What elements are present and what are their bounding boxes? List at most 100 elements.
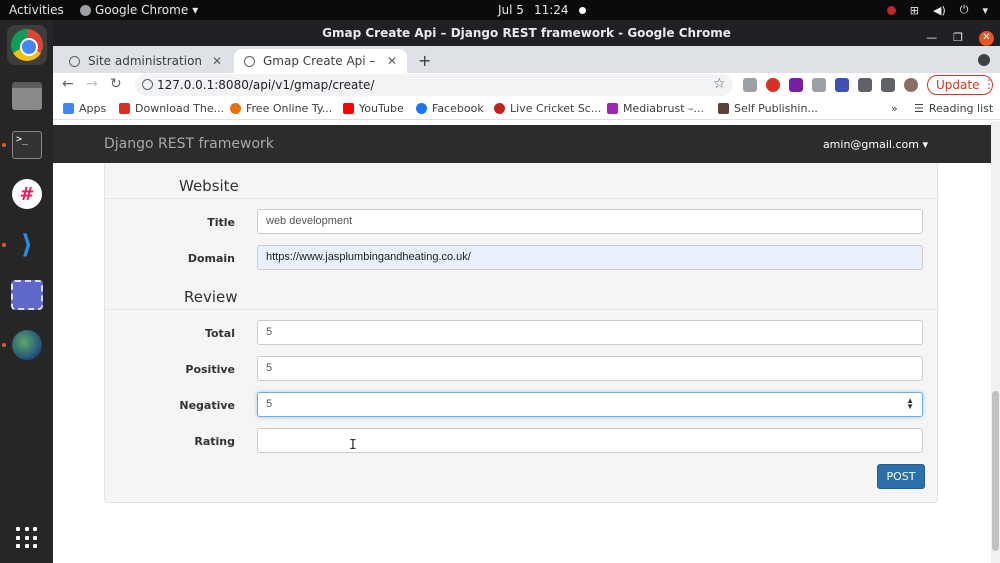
reading-list-icon: ☰ <box>914 102 924 115</box>
globe-icon <box>244 55 255 67</box>
dock-show-apps[interactable] <box>7 518 47 558</box>
menu-kebab-icon[interactable]: ⋮ <box>983 77 995 91</box>
dock-screenshot[interactable] <box>7 275 47 315</box>
page-scrollbar[interactable] <box>991 121 1000 563</box>
bookmark-label: Self Publishin... <box>734 102 818 115</box>
caret-down-icon: ▾ <box>982 3 988 17</box>
tab-site-administration[interactable]: Site administration | Djan ✕ <box>59 49 232 73</box>
create-form: Website Title web development Domain htt… <box>104 163 939 503</box>
bookmark-live-cricket[interactable]: Live Cricket Sc... <box>494 102 601 115</box>
forward-arrow-icon[interactable]: → <box>86 76 98 92</box>
notification-dot-icon <box>578 6 586 14</box>
negative-label: Negative <box>179 399 235 412</box>
running-indicator-icon <box>2 143 6 147</box>
total-label: Total <box>204 327 235 340</box>
bookmarks-overflow-icon[interactable]: » <box>891 102 898 115</box>
bookmark-star-icon[interactable]: ☆ <box>713 76 726 92</box>
reading-list[interactable]: ☰ Reading list <box>914 102 993 115</box>
caret-down-icon: ▾ <box>922 138 928 151</box>
bookmark-youtube[interactable]: YouTube <box>343 102 404 115</box>
app-menu[interactable]: Google Chrome ▾ <box>80 3 198 17</box>
window-title: Gmap Create Api – Django REST framework … <box>322 26 731 40</box>
bookmark-label: YouTube <box>359 102 404 115</box>
divider <box>105 309 939 310</box>
bookmark-site-icon <box>607 103 618 114</box>
close-tab-icon[interactable]: ✕ <box>212 54 222 68</box>
bookmark-download[interactable]: Download The... <box>119 102 224 115</box>
site-info-icon[interactable] <box>142 79 153 90</box>
close-window-icon[interactable]: ✕ <box>979 30 994 46</box>
facebook-icon <box>416 103 427 114</box>
tab-label: Site administration | Djan <box>88 54 204 68</box>
clock[interactable]: Jul 5 11:24 <box>498 3 586 17</box>
extension-icon[interactable] <box>835 78 849 92</box>
extension-icon[interactable] <box>766 78 780 92</box>
bookmark-label: Free Online Ty... <box>246 102 333 115</box>
scrollbar-thumb[interactable] <box>992 391 999 551</box>
rating-input[interactable] <box>257 428 923 453</box>
user-dropdown[interactable]: amin@gmail.com ▾ <box>823 138 928 151</box>
bookmark-free-online[interactable]: Free Online Ty... <box>230 102 332 115</box>
dock-vscode[interactable]: ⟩ <box>7 225 47 265</box>
bookmark-self-publishing[interactable]: Self Publishin... <box>718 102 818 115</box>
title-label: Title <box>207 216 235 229</box>
review-legend: Review <box>184 288 238 306</box>
bookmark-label: Live Cricket Sc... <box>510 102 602 115</box>
caret-down-icon: ▾ <box>192 3 199 17</box>
title-input[interactable]: web development <box>257 209 923 234</box>
extension-icon[interactable] <box>743 78 757 92</box>
network-icon: ⊞ <box>909 3 919 17</box>
negative-input[interactable]: 5 ▲ ▼ <box>257 392 923 417</box>
youtube-icon <box>343 103 354 114</box>
browser-toolbar: ← → ↻ 127.0.0.1:8080/api/v1/gmap/create/… <box>53 73 1000 98</box>
reload-icon[interactable]: ↻ <box>110 76 122 92</box>
domain-input[interactable]: https://www.jasplumbingandheating.co.uk/ <box>257 245 923 270</box>
tab-gmap-create-api[interactable]: Gmap Create Api – Djang ✕ <box>234 49 407 73</box>
close-tab-icon[interactable]: ✕ <box>387 54 397 68</box>
reading-list-label: Reading list <box>928 102 994 115</box>
dock-globe-app[interactable] <box>7 325 47 365</box>
extension-icon[interactable] <box>789 78 803 92</box>
clock-date: Jul 5 <box>498 3 524 17</box>
dock-chrome[interactable] <box>7 25 47 65</box>
activities-button[interactable]: Activities <box>9 3 64 17</box>
tab-strip: Site administration | Djan ✕ Gmap Create… <box>53 46 1000 73</box>
apps-grid-icon <box>16 527 38 549</box>
extensions-puzzle-icon[interactable] <box>858 78 872 92</box>
profile-avatar-icon[interactable] <box>904 78 918 92</box>
number-spinner-icon[interactable]: ▲ ▼ <box>906 397 914 411</box>
running-indicator-icon <box>2 343 6 347</box>
media-queue-icon[interactable] <box>881 78 895 92</box>
drf-brand-link[interactable]: Django REST framework <box>104 136 274 152</box>
page-viewport: Django REST framework amin@gmail.com ▾ W… <box>53 121 1000 563</box>
extension-icon[interactable] <box>812 78 826 92</box>
files-icon <box>12 82 42 110</box>
bookmark-facebook[interactable]: Facebook <box>416 102 484 115</box>
screenshot-icon <box>11 280 43 310</box>
terminal-icon: >_ <box>12 131 42 159</box>
volume-icon: ◀) <box>933 3 946 17</box>
bookmark-site-icon <box>230 103 241 114</box>
address-bar-url: 127.0.0.1:8080/api/v1/gmap/create/ <box>157 78 375 92</box>
power-icon: ⏻ <box>959 3 969 16</box>
dock-terminal[interactable]: >_ <box>7 125 47 165</box>
bookmark-apps[interactable]: Apps <box>63 102 106 115</box>
app-menu-label: Google Chrome <box>95 3 189 17</box>
new-tab-icon[interactable]: + <box>418 51 431 70</box>
record-indicator-icon <box>886 5 896 15</box>
positive-input[interactable]: 5 <box>257 356 923 381</box>
divider <box>105 198 939 199</box>
apps-grid-icon <box>63 103 74 114</box>
text-cursor-icon: I <box>349 438 357 453</box>
drf-navbar: Django REST framework amin@gmail.com ▾ <box>53 125 1000 163</box>
post-button[interactable]: POST <box>877 464 925 489</box>
dock-files[interactable] <box>7 76 47 116</box>
address-bar[interactable]: 127.0.0.1:8080/api/v1/gmap/create/ <box>135 74 733 96</box>
bookmark-label: Download The... <box>135 102 225 115</box>
dock-slack[interactable]: # <box>7 174 47 214</box>
bookmark-mediabrust[interactable]: Mediabrust –... <box>607 102 704 115</box>
system-tray[interactable]: ⊞ ◀) ⏻ ▾ <box>886 3 988 17</box>
tab-search-icon[interactable] <box>978 54 990 66</box>
total-input[interactable]: 5 <box>257 320 923 345</box>
back-arrow-icon[interactable]: ← <box>62 76 74 92</box>
